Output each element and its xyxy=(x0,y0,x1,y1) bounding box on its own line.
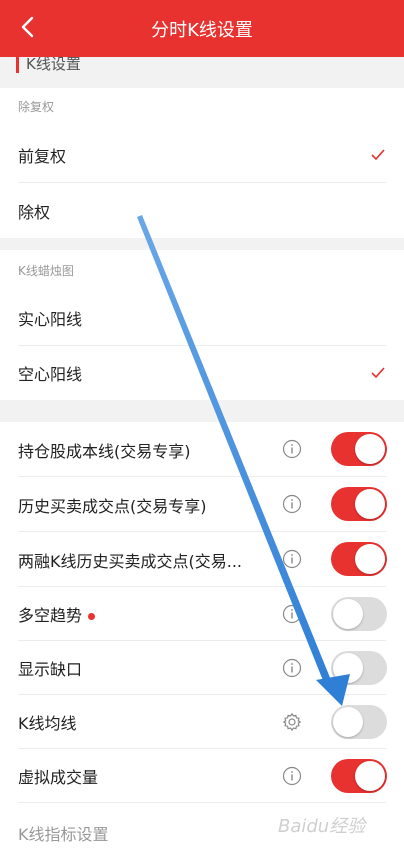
option-label: 除权 xyxy=(18,202,51,222)
info-icon[interactable] xyxy=(282,549,302,569)
chevron-left-icon xyxy=(21,16,34,38)
section-marker xyxy=(16,57,19,73)
footer-label: K线指标设置 xyxy=(18,825,109,844)
section-title-candlestick: K线蜡烛图 xyxy=(18,264,74,278)
info-icon[interactable] xyxy=(282,439,302,459)
toggle-label: 显示缺口 xyxy=(18,660,83,679)
option-hollow-candle[interactable]: 空心阳线 xyxy=(0,346,404,400)
info-icon[interactable] xyxy=(282,766,302,786)
toggle-switch[interactable] xyxy=(331,651,387,685)
toggle-switch[interactable] xyxy=(331,542,387,576)
toggle-switch[interactable] xyxy=(331,705,387,739)
toggle-row-kline-ma: K线均线 xyxy=(0,695,404,749)
toggle-label: 持仓股成本线(交易专享) xyxy=(18,441,191,461)
back-button[interactable] xyxy=(12,12,42,42)
kline-settings-header-strip: K线设置 xyxy=(0,57,404,73)
info-icon[interactable] xyxy=(282,604,302,624)
toggle-switch[interactable] xyxy=(331,432,387,466)
new-badge-dot xyxy=(88,613,96,620)
toggle-row-virtual-volume: 虚拟成交量 xyxy=(0,749,404,803)
section-header-adjust: 除复权 xyxy=(0,88,404,126)
option-label: 前复权 xyxy=(18,146,67,166)
option-label: 空心阳线 xyxy=(18,365,83,384)
kline-settings-label: K线设置 xyxy=(26,57,81,73)
option-solid-candle[interactable]: 实心阳线 xyxy=(0,290,404,346)
toggle-row-history-trades: 历史买卖成交点(交易专享) xyxy=(0,477,404,532)
info-icon[interactable] xyxy=(282,658,302,678)
toggle-switch[interactable] xyxy=(331,759,387,793)
option-forward-adjust[interactable]: 前复权 xyxy=(0,126,404,183)
option-label: 实心阳线 xyxy=(18,310,83,329)
option-ex-rights[interactable]: 除权 xyxy=(0,183,404,238)
toggle-row-position-cost: 持仓股成本线(交易专享) xyxy=(0,422,404,477)
toggle-row-margin-trades: 两融K线历史买卖成交点(交易... xyxy=(0,532,404,587)
section-title-adjust: 除复权 xyxy=(18,100,55,114)
toggle-label: 两融K线历史买卖成交点(交易... xyxy=(18,551,242,571)
toggle-label: 多空趋势 xyxy=(18,606,83,625)
page-title: 分时K线设置 xyxy=(151,19,253,41)
checkmark-icon xyxy=(371,148,385,160)
toggle-label: 历史买卖成交点(交易专享) xyxy=(18,496,207,516)
info-icon[interactable] xyxy=(282,494,302,514)
toggle-row-long-short-trend: 多空趋势 xyxy=(0,587,404,641)
toggle-switch[interactable] xyxy=(331,597,387,631)
toggle-row-show-gaps: 显示缺口 xyxy=(0,641,404,695)
toggle-label-wrap: 多空趋势 xyxy=(18,602,96,626)
gear-icon[interactable] xyxy=(282,712,302,732)
section-header-candlestick: K线蜡烛图 xyxy=(0,250,404,290)
watermark: Baidu经验 xyxy=(278,816,366,837)
checkmark-icon xyxy=(371,367,385,379)
toggle-label: K线均线 xyxy=(18,714,77,733)
toggle-label: 虚拟成交量 xyxy=(18,768,99,787)
toggle-switch[interactable] xyxy=(331,487,387,521)
title-bar: 分时K线设置 xyxy=(0,0,404,57)
